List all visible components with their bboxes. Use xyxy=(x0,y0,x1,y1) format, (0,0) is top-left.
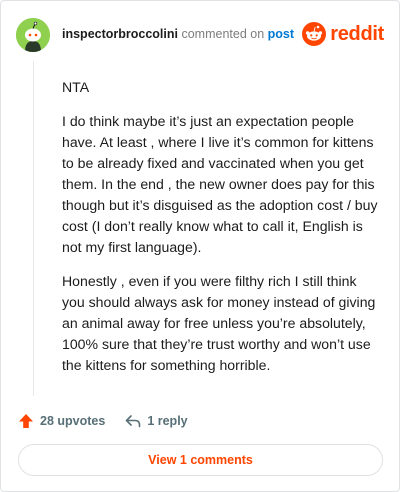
comment-body: NTA I do think maybe it’s just an expect… xyxy=(62,77,380,389)
thread-line[interactable] xyxy=(33,61,34,396)
reply-count: 1 reply xyxy=(147,414,188,428)
comment-actions: 28 upvotes 1 reply xyxy=(18,411,188,431)
commented-on-text: commented on xyxy=(181,27,265,41)
comment-header: inspectorbroccolini commented on post re… xyxy=(16,16,384,52)
view-comments-button[interactable]: View 1 comments xyxy=(18,444,383,476)
reddit-logo[interactable]: reddit xyxy=(302,19,384,49)
comment-meta: inspectorbroccolini commented on post xyxy=(62,27,294,41)
snoo-avatar-icon xyxy=(16,18,50,52)
post-link[interactable]: post xyxy=(268,27,294,41)
reddit-logo-icon xyxy=(302,22,327,46)
reddit-wordmark: reddit xyxy=(330,22,384,45)
comment-paragraph: Honestly , even if you were filthy rich … xyxy=(62,273,376,373)
reply-button[interactable]: 1 reply xyxy=(125,414,188,428)
comment-card: inspectorbroccolini commented on post re… xyxy=(0,0,400,492)
upvote-arrow-icon xyxy=(19,414,33,428)
comment-paragraph: NTA xyxy=(62,79,90,95)
username-link[interactable]: inspectorbroccolini xyxy=(62,27,178,41)
upvote-button[interactable]: 28 upvotes xyxy=(18,413,105,429)
upvote-count: 28 upvotes xyxy=(40,414,106,428)
comment-paragraph: I do think maybe it’s just an expectatio… xyxy=(62,113,378,255)
user-avatar-icon[interactable] xyxy=(16,18,50,52)
reply-arrow-icon xyxy=(126,415,141,428)
